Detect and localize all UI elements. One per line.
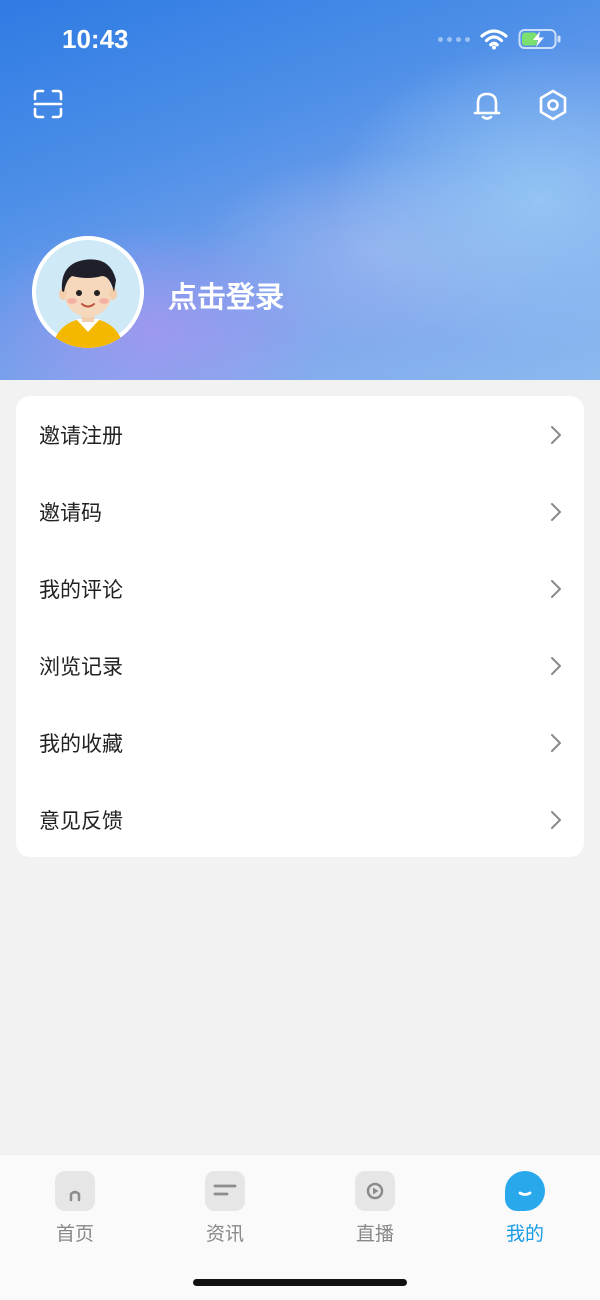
chevron-right-icon xyxy=(551,733,561,752)
login-prompt[interactable]: 点击登录 xyxy=(168,274,284,316)
avatar[interactable] xyxy=(32,236,144,348)
tab-live[interactable]: 直播 xyxy=(325,1171,425,1246)
menu-item-favorites[interactable]: 我的收藏 xyxy=(16,704,584,781)
status-time: 10:43 xyxy=(62,24,129,54)
settings-button[interactable] xyxy=(536,88,570,122)
signal-icon xyxy=(438,36,470,42)
menu-item-label: 邀请注册 xyxy=(39,423,123,448)
chevron-right-icon xyxy=(551,810,561,829)
notification-button[interactable] xyxy=(470,88,504,122)
menu-item-label: 浏览记录 xyxy=(39,654,123,679)
menu-item-invite-register[interactable]: 邀请注册 xyxy=(16,396,584,473)
tab-news[interactable]: 资讯 xyxy=(175,1171,275,1246)
menu-item-my-comments[interactable]: 我的评论 xyxy=(16,550,584,627)
menu-item-label: 我的评论 xyxy=(39,577,123,602)
news-icon xyxy=(205,1171,245,1211)
bell-icon xyxy=(473,92,501,120)
tab-label: 我的 xyxy=(505,1223,544,1245)
home-icon xyxy=(55,1171,95,1211)
tab-label: 首页 xyxy=(55,1223,94,1245)
menu-item-label: 我的收藏 xyxy=(39,731,123,756)
profile-icon xyxy=(505,1171,545,1211)
tab-label: 资讯 xyxy=(205,1223,244,1245)
scan-icon xyxy=(33,89,63,119)
menu-item-feedback[interactable]: 意见反馈 xyxy=(16,781,584,858)
tab-bar: 首页 资讯 直播 我的 xyxy=(0,1154,600,1300)
chevron-right-icon xyxy=(551,425,561,444)
menu-item-invite-code[interactable]: 邀请码 xyxy=(16,473,584,550)
tab-profile[interactable]: 我的 xyxy=(475,1171,575,1246)
wifi-icon xyxy=(480,29,508,50)
status-icons xyxy=(438,28,562,50)
menu-item-label: 意见反馈 xyxy=(39,808,123,833)
chevron-right-icon xyxy=(551,656,561,675)
live-icon xyxy=(355,1171,395,1211)
tab-home[interactable]: 首页 xyxy=(25,1171,125,1246)
chevron-right-icon xyxy=(551,579,561,598)
home-indicator xyxy=(193,1279,407,1286)
menu-item-browse-history[interactable]: 浏览记录 xyxy=(16,627,584,704)
profile-header: 10:43 点击登录 xyxy=(0,0,600,380)
menu-item-label: 邀请码 xyxy=(39,500,102,525)
menu-card: 邀请注册 邀请码 我的评论 浏览记录 我的收藏 意见反馈 xyxy=(16,396,584,857)
scan-button[interactable] xyxy=(32,88,64,120)
gear-icon xyxy=(539,89,567,121)
chevron-right-icon xyxy=(551,502,561,521)
avatar-image xyxy=(32,236,144,348)
battery-icon xyxy=(518,29,561,49)
tab-label: 直播 xyxy=(355,1223,394,1245)
